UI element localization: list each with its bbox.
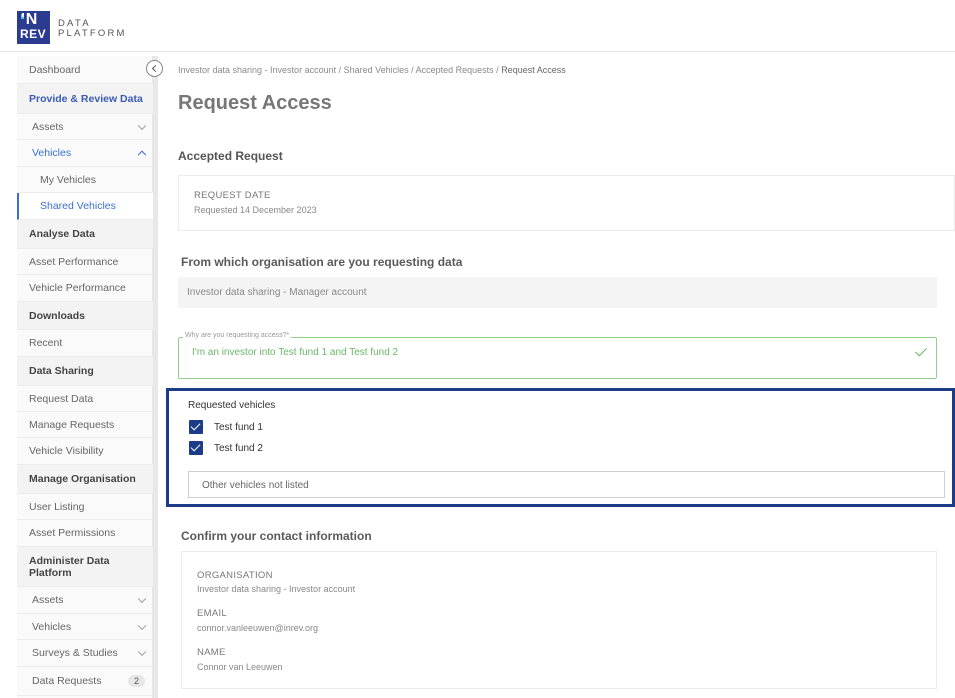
sidebar-item-label: My Vehicles [40,173,97,186]
page-title: Request Access [178,92,332,114]
sidebar-section-label: Analyse Data [29,228,95,240]
reason-value[interactable]: I'm an investor into Test fund 1 and Tes… [192,347,398,358]
sidebar-item-label: Request Data [29,392,94,405]
request-date-value: Requested 14 December 2023 [194,205,317,215]
top-bar: 'N REV DATA PLATFORM [0,0,955,52]
sidebar-section-data-sharing[interactable]: Data Sharing [17,357,153,386]
sidebar-scrollbar[interactable] [153,56,158,698]
accepted-request-heading: Accepted Request [178,149,283,163]
contact-org-value: Investor data sharing - Investor account [197,584,356,594]
sidebar-item-label: Asset Performance [29,255,119,268]
sidebar-item-vehicles[interactable]: Vehicles [17,140,153,167]
sidebar-item-request-data[interactable]: Request Data [17,386,153,412]
organisation-heading: From which organisation are you requesti… [181,255,463,269]
sidebar-section-label: Provide & Review Data [29,92,143,105]
sidebar-item-label: Data Requests [32,675,102,687]
test-fund-2-label[interactable]: Test fund 2 [214,443,263,454]
logo-text-line2: PLATFORM [58,28,127,39]
sidebar-section-label: Administer Data Platform [29,554,110,579]
sidebar-item-label: Vehicles [32,620,72,633]
sidebar-item-user-listing[interactable]: User Listing [17,494,153,520]
sidebar-item-recent[interactable]: Recent [17,330,153,357]
inrev-logo[interactable]: 'N REV [17,11,50,44]
sidebar-section-downloads[interactable]: Downloads [17,302,153,330]
sidebar-item-label: Dashboard [29,63,81,76]
sidebar-item-label: Assets [32,120,64,133]
logo-line1: 'N [21,11,39,28]
sidebar-section-analyse-data[interactable]: Analyse Data [17,220,153,249]
chevron-down-icon [137,121,147,130]
breadcrumb-path[interactable]: Investor data sharing - Investor account… [178,65,501,75]
breadcrumb-current: Request Access [501,65,566,75]
contact-heading: Confirm your contact information [181,529,372,543]
sidebar-section-label: Downloads [29,309,86,322]
other-vehicles-input[interactable]: Other vehicles not listed [188,471,945,498]
logo-line2: REV [20,27,47,41]
chevron-down-icon [137,594,147,604]
contact-name-value: Connor van Leeuwen [197,662,283,672]
reason-label: Why are you requesting access?* [183,332,292,339]
sidebar-item-assets[interactable]: Assets [17,114,153,140]
chevron-down-icon [137,621,147,630]
breadcrumb: Investor data sharing - Investor account… [178,65,566,75]
sidebar-section-provide-review[interactable]: Provide & Review Data [17,84,153,114]
sidebar-item-label: Vehicle Visibility [29,445,104,457]
sidebar-item-dashboard[interactable]: Dashboard [17,56,153,84]
sidebar-item-label: Asset Permissions [29,527,116,539]
sidebar-item-vehicle-visibility[interactable]: Vehicle Visibility [17,438,153,465]
sidebar-item-label: Vehicle Performance [29,282,126,294]
sidebar-item-asset-performance[interactable]: Asset Performance [17,249,153,275]
test-fund-1-checkbox[interactable] [189,420,203,434]
chevron-up-icon [137,150,147,160]
sidebar-section-manage-organisation[interactable]: Manage Organisation [17,465,153,494]
contact-card [181,551,937,689]
organisation-field: Investor data sharing - Manager account [178,277,937,308]
test-fund-2-checkbox[interactable] [189,441,203,455]
count-badge: 2 [127,675,145,687]
contact-email-value: connor.vanleeuwen@inrev.org [197,623,319,633]
sidebar-section-label: Manage Organisation [29,473,136,485]
sidebar-item-vehicle-performance[interactable]: Vehicle Performance [17,275,153,302]
logo-text: DATA PLATFORM [58,19,127,39]
test-fund-1-label[interactable]: Test fund 1 [214,422,263,433]
sidebar-item-label: Shared Vehicles [40,200,116,212]
sidebar-item-label: Vehicles [32,147,72,159]
sidebar-section-label: Data Sharing [29,365,94,377]
sidebar-item-label: User Listing [29,500,85,513]
contact-email-label: EMAIL [197,608,228,619]
sidebar-item-asset-permissions[interactable]: Asset Permissions [17,520,153,547]
sidebar-item-admin-vehicles[interactable]: Vehicles [17,614,153,640]
requested-vehicles-heading: Requested vehicles [188,400,276,411]
sidebar-item-label: Surveys & Studies [32,647,118,659]
sidebar-item-my-vehicles[interactable]: My Vehicles [17,167,153,193]
sidebar-item-surveys-studies[interactable]: Surveys & Studies [17,640,153,667]
sidebar-section-administer[interactable]: Administer Data Platform [17,547,153,587]
chevron-down-icon [137,647,147,657]
sidebar: Dashboard Provide & Review Data Assets V… [17,56,153,698]
sidebar-item-label: Assets [32,594,64,606]
contact-org-label: ORGANISATION [197,570,273,581]
sidebar-item-label: Recent [29,337,63,349]
reason-textarea[interactable] [178,337,937,379]
sidebar-item-label: Manage Requests [29,418,115,431]
sidebar-item-shared-vehicles[interactable]: Shared Vehicles [17,193,153,220]
accepted-request-card [178,175,955,231]
contact-name-label: NAME [197,647,226,658]
sidebar-item-manage-requests[interactable]: Manage Requests [17,412,153,438]
sidebar-item-admin-assets[interactable]: Assets [17,587,153,614]
collapse-sidebar-icon[interactable] [146,60,163,77]
request-date-label: REQUEST DATE [194,190,271,201]
sidebar-item-data-requests[interactable]: Data Requests 2 [17,667,153,696]
